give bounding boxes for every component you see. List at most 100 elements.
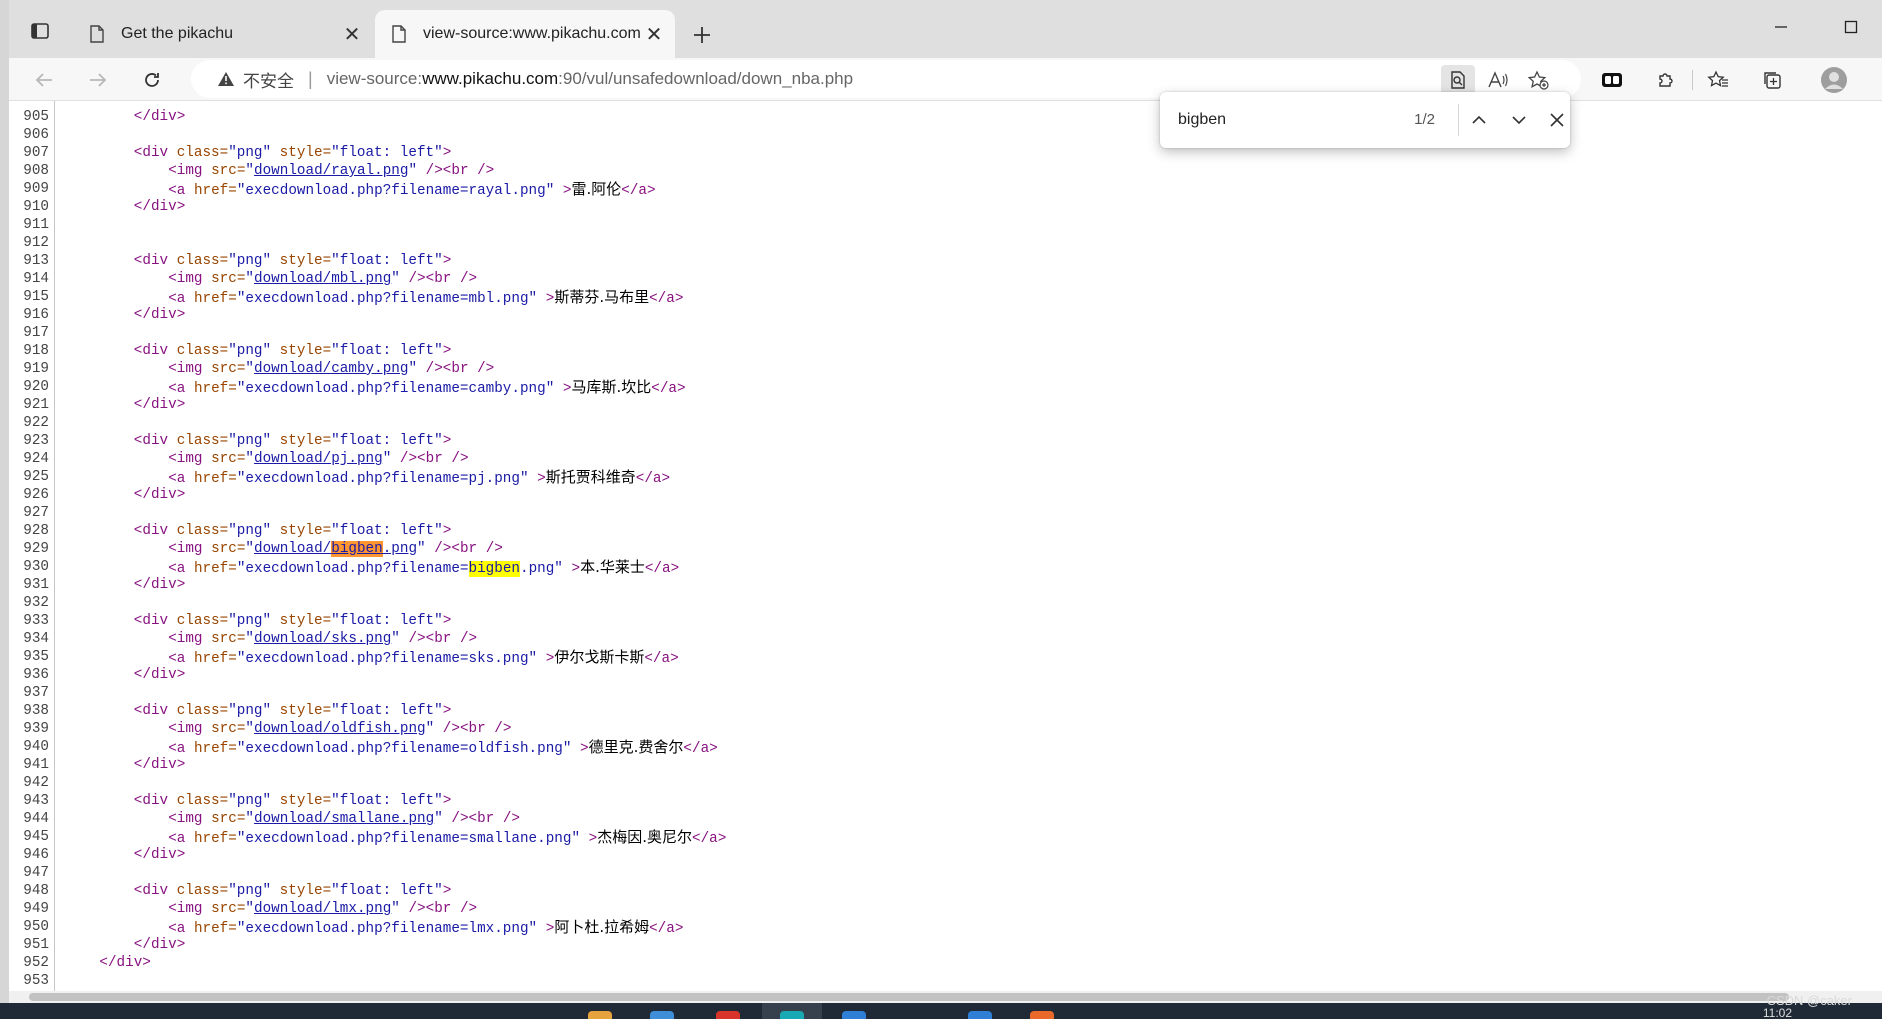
read-aloud-icon[interactable] (1481, 65, 1515, 95)
close-find-icon[interactable] (1540, 104, 1574, 136)
tab-actions-icon[interactable] (23, 14, 57, 48)
taskbar-edge-icon[interactable] (780, 1011, 804, 1019)
source-line: 915 <a href="execdownload.php?filename=mb… (9, 288, 1882, 307)
source-line: 929 <img src="download/bigben.png" /><br … (9, 540, 1882, 558)
source-line: 908 <img src="download/rayal.png" /><br /… (9, 162, 1882, 180)
line-code: <a href="execdownload.php?filename=camby… (168, 378, 686, 397)
tab-get-the-pikachu[interactable]: Get the pikachu ✕ (73, 10, 373, 58)
source-line: 919 <img src="download/camby.png" /><br /… (9, 360, 1882, 378)
line-number: 929 (23, 541, 49, 557)
tab-view-source[interactable]: view-source:www.pikachu.com:90 ✕ (375, 10, 675, 58)
taskbar-app-icon[interactable] (588, 1011, 612, 1019)
taskbar-app-icon[interactable] (842, 1011, 866, 1019)
line-number: 925 (23, 469, 49, 485)
taskbar-app-icon[interactable] (968, 1011, 992, 1019)
taskbar-app-icon[interactable] (716, 1011, 740, 1019)
line-code: <div class="png" style="float: left"> (133, 253, 452, 269)
favorites-icon[interactable] (1701, 64, 1735, 96)
line-number: 950 (23, 919, 49, 935)
refresh-icon[interactable] (135, 63, 169, 97)
line-code: </div> (133, 667, 186, 683)
line-code: <div class="png" style="float: left"> (133, 343, 452, 359)
forward-arrow-icon[interactable] (81, 63, 115, 97)
chevron-up-icon[interactable] (1462, 104, 1496, 136)
line-number: 934 (23, 631, 49, 647)
line-number: 915 (23, 289, 49, 305)
line-code: <a href="execdownload.php?filename=small… (168, 828, 727, 847)
tab-title: Get the pikachu (121, 25, 234, 42)
line-code: <a href="execdownload.php?filename=bigbe… (168, 558, 680, 577)
profile-avatar-icon[interactable] (1817, 64, 1851, 96)
close-tab-icon[interactable]: ✕ (641, 21, 667, 47)
line-code: </div> (133, 757, 186, 773)
source-line: 921 </div> (9, 396, 1882, 414)
line-number: 906 (23, 127, 49, 143)
source-line: 910 </div> (9, 198, 1882, 216)
warning-icon[interactable] (217, 71, 235, 87)
line-number: 912 (23, 235, 49, 251)
back-arrow-icon[interactable] (27, 63, 61, 97)
line-code: <a href="execdownload.php?filename=sks.p… (168, 648, 679, 667)
horizontal-scrollbar[interactable] (9, 991, 1882, 1003)
page-icon (391, 25, 409, 43)
add-favorite-icon[interactable] (1521, 65, 1555, 95)
line-number: 932 (23, 595, 49, 611)
maximize-icon[interactable] (1829, 12, 1873, 42)
scrollbar-thumb[interactable] (29, 993, 1789, 1001)
source-line: 922 (9, 414, 1882, 432)
source-line: 920 <a href="execdownload.php?filename=ca… (9, 378, 1882, 397)
collections-icon[interactable] (1755, 64, 1789, 96)
source-line: 939 <img src="download/oldfish.png" /><br… (9, 720, 1882, 738)
minimize-icon[interactable] (1759, 12, 1803, 42)
line-code: </div> (133, 199, 186, 215)
source-line: 914 <img src="download/mbl.png" /><br /> (9, 270, 1882, 288)
line-number: 937 (23, 685, 49, 701)
new-tab-plus-icon[interactable] (685, 18, 719, 52)
line-code: <div class="png" style="float: left"> (133, 145, 452, 161)
extension-app-icon[interactable] (1595, 64, 1629, 96)
line-code: <div class="png" style="float: left"> (133, 613, 452, 629)
line-code: <div class="png" style="float: left"> (133, 433, 452, 449)
source-line: 936 </div> (9, 666, 1882, 684)
line-number: 910 (23, 199, 49, 215)
find-input[interactable]: bigben (1178, 106, 1358, 134)
page-icon (89, 25, 107, 43)
line-number: 911 (23, 217, 49, 233)
source-line: 906 (9, 126, 1882, 144)
extensions-puzzle-icon[interactable] (1649, 64, 1683, 96)
taskbar-app-icon[interactable] (1030, 1011, 1054, 1019)
line-code: <div class="png" style="float: left"> (133, 523, 452, 539)
find-on-page-icon[interactable] (1441, 65, 1475, 95)
line-code: </div> (133, 487, 186, 503)
line-code: </div> (133, 307, 186, 323)
source-line: 933 <div class="png" style="float: left"> (9, 612, 1882, 630)
line-number: 927 (23, 505, 49, 521)
url-text[interactable]: view-source:www.pikachu.com:90/vul/unsaf… (327, 69, 853, 89)
line-number: 916 (23, 307, 49, 323)
source-line: 912 (9, 234, 1882, 252)
line-number: 907 (23, 145, 49, 161)
line-code: </div> (133, 109, 186, 125)
line-code: <a href="execdownload.php?filename=mbl.p… (168, 288, 684, 307)
source-line: 950 <a href="execdownload.php?filename=lm… (9, 918, 1882, 937)
chevron-down-icon[interactable] (1502, 104, 1536, 136)
taskbar-app-icon[interactable] (650, 1011, 674, 1019)
view-source-content[interactable]: 905 </div> 906 907 <div class="png" style="f… (9, 101, 1882, 991)
source-line: 927 (9, 504, 1882, 522)
security-label[interactable]: 不安全 (243, 67, 294, 92)
source-line: 949 <img src="download/lmx.png" /><br /> (9, 900, 1882, 918)
source-line: 916 </div> (9, 306, 1882, 324)
line-number: 948 (23, 883, 49, 899)
line-code: </div> (99, 955, 151, 971)
line-number: 953 (23, 973, 49, 989)
line-number: 924 (23, 451, 49, 467)
line-number: 946 (23, 847, 49, 863)
line-number: 947 (23, 865, 49, 881)
source-line: 928 <div class="png" style="float: left"> (9, 522, 1882, 540)
line-code: </div> (133, 577, 186, 593)
address-separator: | (308, 68, 313, 89)
source-line: 952 </div> (9, 954, 1882, 972)
close-tab-icon[interactable]: ✕ (339, 21, 365, 47)
taskbar-clock[interactable]: 11:02 (1763, 1006, 1792, 1020)
source-line: 940 <a href="execdownload.php?filename=ol… (9, 738, 1882, 757)
